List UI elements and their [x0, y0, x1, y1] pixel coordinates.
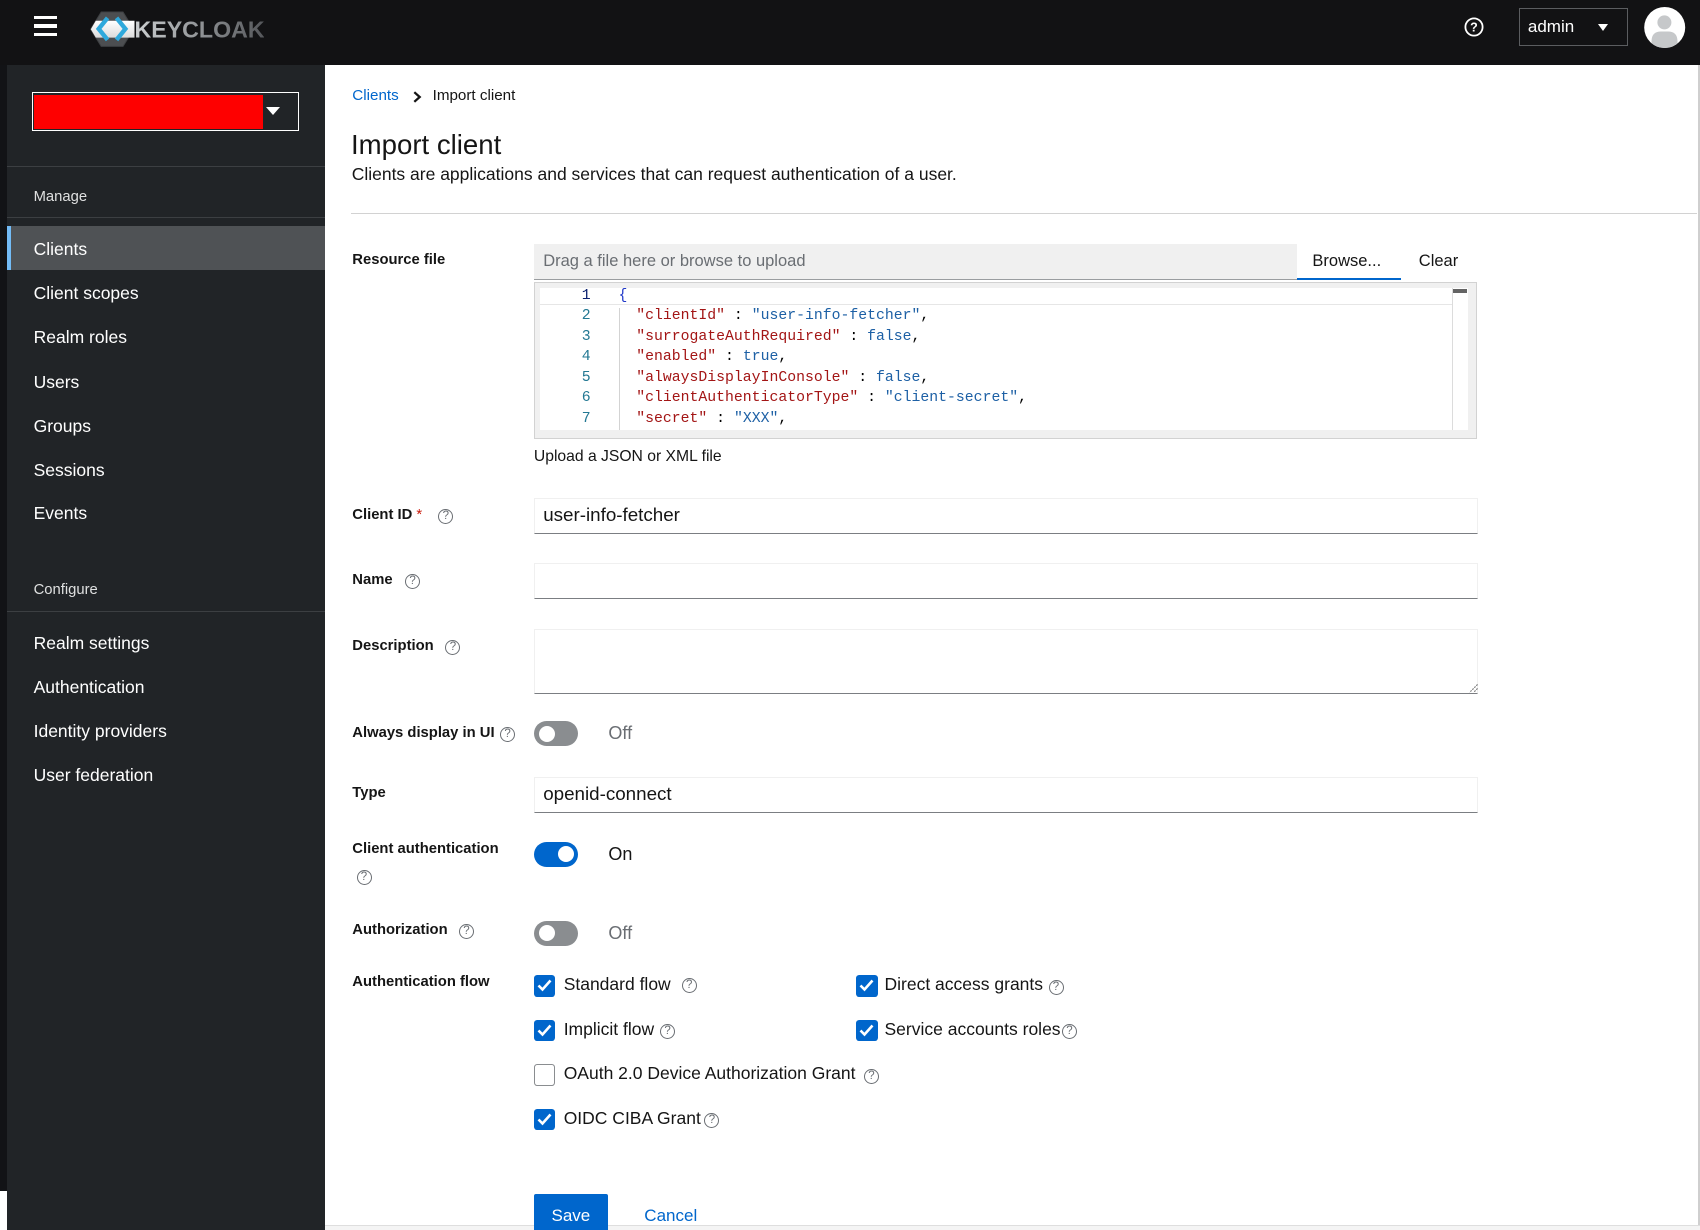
svg-text:KEYCLOAK: KEYCLOAK: [135, 17, 265, 43]
svg-text:?: ?: [1470, 20, 1478, 34]
